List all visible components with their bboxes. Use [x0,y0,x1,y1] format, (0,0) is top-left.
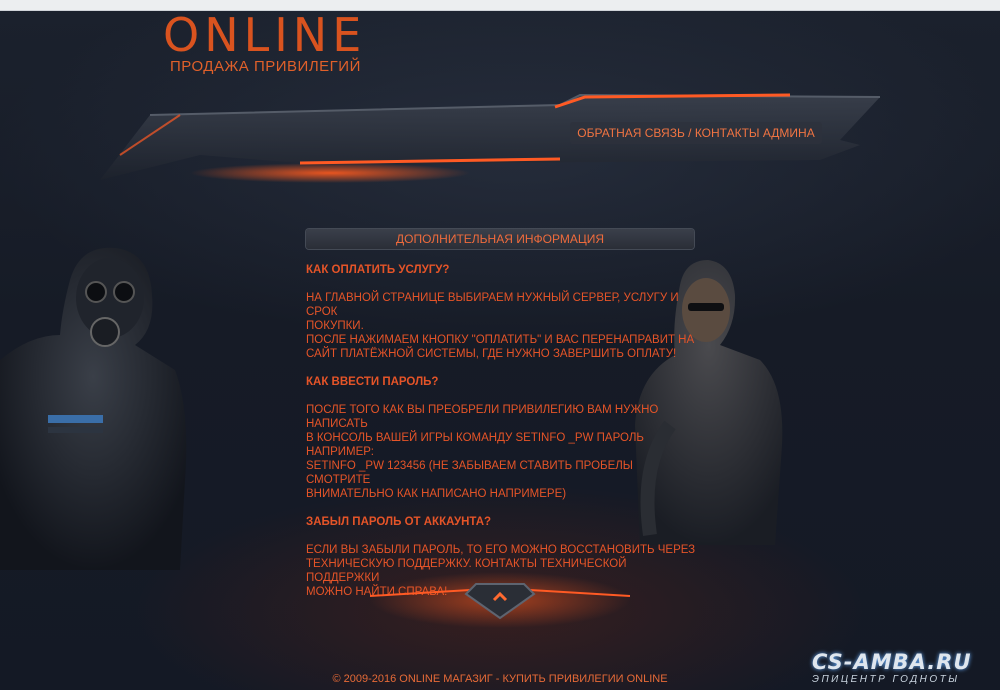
info-content: КАК ОПЛАТИТЬ УСЛУГУ? НА ГЛАВНОЙ СТРАНИЦЕ… [306,263,698,599]
watermark-title: CS-AMBA.RU [812,650,972,674]
faq-answer-line: НА ГЛАВНОЙ СТРАНИЦЕ ВЫБИРАЕМ НУЖНЫЙ СЕРВ… [306,292,679,318]
faq-answer-line: SETINFO _PW 123456 (НЕ ЗАБЫВАЕМ СТАВИТЬ … [306,460,633,486]
watermark-subtitle: ЭПИЦЕНТР ГОДНОТЫ [812,674,960,685]
logo-subtitle: ПРОДАЖА ПРИВИЛЕГИЙ [170,58,361,75]
contact-admin-link[interactable]: ОБРАТНАЯ СВЯЗЬ / КОНТАКТЫ АДМИНА [570,122,822,144]
faq-answer-line: ВНИМАТЕЛЬНО КАК НАПИСАНО НАПРИМЕРЕ) [306,488,567,500]
faq-answer-line: ПОСЛЕ НАЖИМАЕМ КНОПКУ "ОПЛАТИТЬ" И ВАС П… [306,334,695,346]
browser-top-bar [0,0,1000,11]
header-banner [100,93,881,183]
faq-answer-line: ЕСЛИ ВЫ ЗАБЫЛИ ПАРОЛЬ, ТО ЕГО МОЖНО ВОСС… [306,544,696,556]
bottom-emblem [370,572,630,628]
faq-answer-line: ПОКУПКИ. [306,320,364,332]
watermark-logo: CS-AMBA.RU ЭПИЦЕНТР ГОДНОТЫ [807,650,1000,690]
info-panel-heading: ДОПОЛНИТЕЛЬНАЯ ИНФОРМАЦИЯ [306,229,694,249]
faq-question: КАК ОПЛАТИТЬ УСЛУГУ? [306,264,450,276]
faq-answer-line: ПОСЛЕ ТОГО КАК ВЫ ПРЕОБРЕЛИ ПРИВИЛЕГИЮ В… [306,404,659,430]
left-soldier-image [0,247,187,570]
logo-title: ONLINE [163,8,367,62]
faq-question: ЗАБЫЛ ПАРОЛЬ ОТ АККАУНТА? [306,516,492,528]
faq-question: КАК ВВЕСТИ ПАРОЛЬ? [306,376,439,388]
faq-answer-line: В КОНСОЛЬ ВАШЕЙ ИГРЫ КОМАНДУ SETINFO _PW… [306,432,644,458]
faq-answer-line: САЙТ ПЛАТЁЖНОЙ СИСТЕМЫ, ГДЕ НУЖНО ЗАВЕРШ… [306,348,677,360]
